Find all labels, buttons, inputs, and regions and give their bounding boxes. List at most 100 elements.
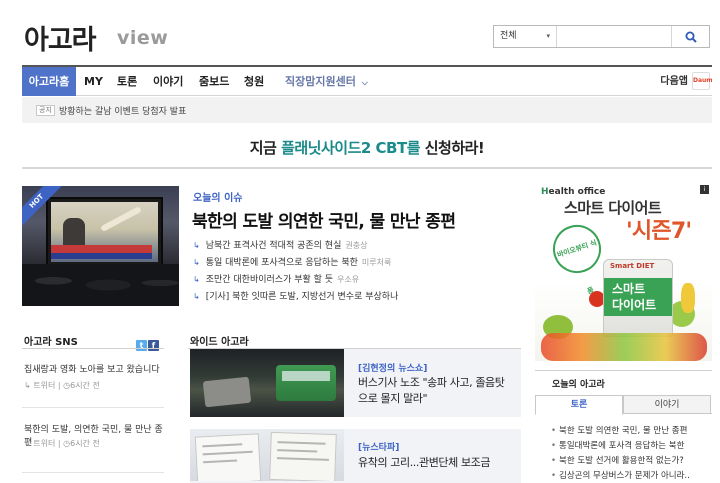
today-item[interactable]: • 북한 도발 선거에 활용한적 없는가? <box>551 454 709 466</box>
tab-debate[interactable]: 토론 <box>535 395 623 415</box>
missile-figure <box>100 206 142 232</box>
arrow-icon: ↳ <box>193 258 200 267</box>
view-logo[interactable]: view <box>117 27 168 49</box>
today-item-text: 북한 도발 선거에 활용한적 없는가? <box>559 456 684 466</box>
issue-item[interactable]: ↳ 조만간 대한바이러스가 부활 할 듯 우소유 <box>193 272 359 285</box>
today-item-text: 김상곤의 무상버스가 문제가 아니라.. <box>559 471 690 481</box>
issue-category[interactable]: 오늘의 이슈 <box>193 189 242 204</box>
sns-post[interactable]: 집새랑과 영화 노아를 보고 왔습니다 <box>24 362 164 375</box>
sns-section-title: 아고라 SNS <box>24 337 78 348</box>
crowd-silhouettes <box>22 264 179 306</box>
bullet-icon: • <box>551 441 557 451</box>
issue-item-text: 조만간 대한바이러스가 부활 할 듯 <box>205 275 334 285</box>
bullet-icon: • <box>551 471 557 481</box>
tab-story[interactable]: 이야기 <box>623 395 711 414</box>
search-icon <box>685 31 697 43</box>
issue-item[interactable]: ↳ 남북간 표격사건 적대적 공존의 현실 권충상 <box>193 238 367 251</box>
twitter-small-icon: ↳ <box>24 439 34 448</box>
promo-banner[interactable]: 지금 플래닛사이드2 CBT를 신청하라! <box>22 124 712 169</box>
hot-news-image[interactable]: HOT <box>22 186 179 306</box>
sns-source: 트위터 <box>33 439 56 448</box>
issue-item-author: 권충상 <box>345 241 368 250</box>
wide-card-tag: [뉴스타파] <box>358 443 400 453</box>
nav-item-debate[interactable]: 토론 <box>117 67 137 96</box>
wreck-figure <box>202 376 252 408</box>
sns-divider <box>22 348 164 349</box>
notice-link[interactable]: 방황하는 갈남 이벤트 당첨자 발표 <box>59 104 186 117</box>
banner-prefix: 지금 <box>249 139 282 157</box>
arrow-icon: ↳ <box>193 241 200 250</box>
search-button[interactable] <box>671 26 709 47</box>
issue-item-text: 통일 대박론에 포사격으로 응답하는 북한 <box>205 258 358 268</box>
ad-pack-label: Smart DIET <box>610 262 655 270</box>
ad-product-pack: Smart DIET 스마트 다이어트 <box>603 259 673 337</box>
diet-ad-banner[interactable]: Health office i 스마트 다이어트 '시즌7' 바이오뷰티 식품 … <box>535 183 712 361</box>
meta-separator: | <box>55 381 64 390</box>
doc-line <box>276 457 329 461</box>
doc-line <box>277 441 326 445</box>
today-tabs: 이야기 토론 <box>535 395 712 415</box>
doc-line <box>203 459 238 464</box>
ad-info-icon[interactable]: i <box>700 185 709 194</box>
promo-banner-text: 지금 플래닛사이드2 CBT를 신청하라! <box>22 137 712 158</box>
corn-figure <box>681 283 695 313</box>
twitter-small-icon: ↳ <box>24 381 34 390</box>
sns-time: 6시간 전 <box>70 381 100 390</box>
fruit-row-figure <box>541 333 707 361</box>
ad-pack-line1: 스마트 <box>612 282 646 296</box>
nav-item-working-mom-center[interactable]: 직장맘지원센터 ⌵ <box>285 67 368 96</box>
daum-badge-icon[interactable]: Daum <box>692 72 713 90</box>
banner-highlight: 플래닛사이드2 CBT를 <box>281 139 420 157</box>
bullet-icon: • <box>551 456 557 466</box>
today-agora-title: 오늘의 아고라 <box>552 380 605 390</box>
ad-season: '시즌7' <box>626 219 692 244</box>
arrow-icon: ↳ <box>193 292 200 301</box>
search-scope-select[interactable]: 전체 ▾ <box>494 26 557 47</box>
tv-ticker-bottom <box>51 253 152 259</box>
today-item[interactable]: • 북한 도발 의연한 국민, 물 만난 종편 <box>551 424 709 436</box>
wide-card-text: 유착의 고리...관변단체 보조금 <box>358 456 491 469</box>
today-item[interactable]: • 통일대박론에 포사격 응답하는 북한 <box>551 439 709 451</box>
nav-item-story[interactable]: 이야기 <box>153 67 183 96</box>
issue-item[interactable]: ↳ [기사] 북한 잇따른 도발, 지방선거 변수로 부상하나 <box>193 289 398 302</box>
notice-bar: 공지 방황하는 갈남 이벤트 당첨자 발표 <box>22 97 712 123</box>
nav-item-agora-home[interactable]: 아고라홈 <box>22 67 76 96</box>
ad-brand-rest: ealth office <box>548 187 606 197</box>
agora-logo[interactable]: 아고라 <box>24 18 97 57</box>
today-item[interactable]: • 김상곤의 무상버스가 문제가 아니라.. <box>551 469 709 481</box>
bus-figure <box>276 365 336 401</box>
wide-card-text: 버스기사 노조 "송파 사고, 졸음탓으로 몰지 말라" <box>358 376 505 405</box>
nav-item-my[interactable]: MY <box>84 67 103 96</box>
sns-separator <box>22 472 164 473</box>
ad-brand: Health office <box>541 187 605 197</box>
today-item-text: 북한 도발 의연한 국민, 물 만난 종편 <box>559 426 688 436</box>
today-agora-box: 오늘의 아고라 이야기 토론 • 북한 도발 의연한 국민, 물 만난 종편 • 통… <box>535 370 712 483</box>
meta-separator: | <box>55 439 64 448</box>
nav-item-petition[interactable]: 청원 <box>244 67 264 96</box>
issue-item[interactable]: ↳ 통일 대박론에 포사격으로 응답하는 북한 미루처룩 <box>193 255 391 268</box>
search-input[interactable] <box>558 26 670 47</box>
wide-card[interactable]: [뉴스타파] 유착의 고리...관변단체 보조금 <box>190 429 521 483</box>
issue-item-author: 우소유 <box>337 275 360 284</box>
facebook-icon[interactable]: f <box>148 340 159 351</box>
documents-image <box>190 429 344 481</box>
notice-tag: 공지 <box>36 105 55 116</box>
sns-post-meta: ↳ 트위터 | ◷6시간 전 <box>24 380 100 391</box>
daum-app-link[interactable]: 다음앱 <box>660 67 688 96</box>
ad-brand-initial: H <box>541 187 549 197</box>
main-nav: 아고라홈 MY 토론 이야기 줌보드 청원 직장맘지원센터 ⌵ 다음앱 Daum <box>22 67 713 96</box>
twitter-icon[interactable]: t <box>136 340 147 351</box>
doc-line <box>202 443 243 448</box>
sns-post-meta: ↳ 트위터 | ◷6시간 전 <box>24 438 100 449</box>
search-scope-label: 전체 <box>500 31 517 41</box>
tv-screen-image <box>46 197 163 267</box>
issue-item-text: [기사] 북한 잇따른 도발, 지방선거 변수로 부상하나 <box>205 292 399 302</box>
sns-source: 트위터 <box>33 381 56 390</box>
tv-ticker <box>51 245 152 253</box>
anchor-figure <box>63 218 85 248</box>
nav-item-zoomboard[interactable]: 줌보드 <box>199 67 229 96</box>
issue-headline[interactable]: 북한의 도발 의연한 국민, 물 만난 종편 <box>192 207 456 232</box>
sns-icons: tf <box>135 333 159 352</box>
wide-card[interactable]: [김현정의 뉴스쇼] 버스기사 노조 "송파 사고, 졸음탓으로 몰지 말라" <box>190 349 521 417</box>
banner-suffix: 신청하라! <box>420 139 485 157</box>
